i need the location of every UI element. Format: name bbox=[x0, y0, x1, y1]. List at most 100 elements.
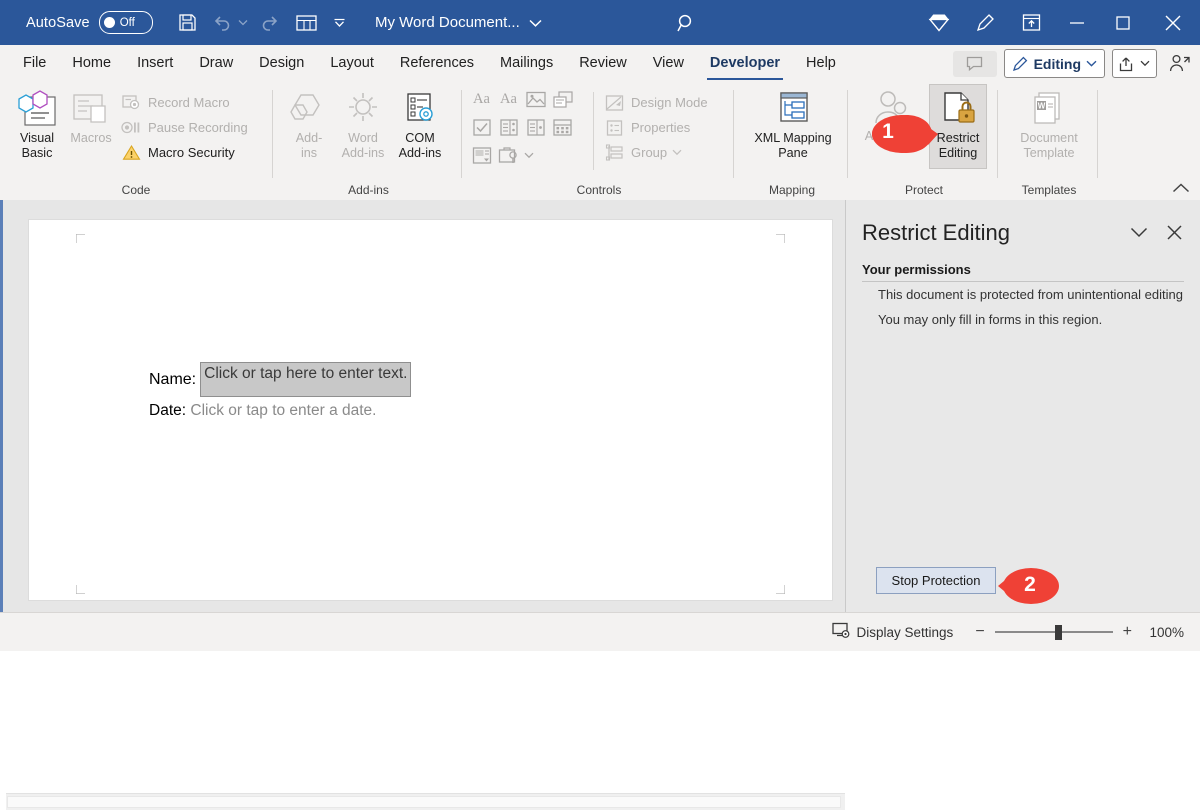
add-person-icon[interactable] bbox=[1164, 50, 1194, 77]
touch-mode-icon[interactable] bbox=[293, 8, 321, 38]
collapse-ribbon-icon[interactable] bbox=[1172, 180, 1190, 198]
repeating-section-content-control-icon[interactable] bbox=[470, 144, 493, 167]
xml-mapping-pane-label-1: XML Mapping bbox=[754, 131, 831, 146]
autosave-label: AutoSave bbox=[26, 15, 90, 31]
macro-security-button[interactable]: Macro Security bbox=[120, 140, 248, 165]
comment-icon[interactable] bbox=[953, 51, 997, 77]
building-block-gallery-icon[interactable] bbox=[551, 88, 574, 111]
checkbox-content-control-icon[interactable] bbox=[470, 116, 493, 139]
maximize-icon[interactable] bbox=[1100, 0, 1146, 45]
redo-icon[interactable] bbox=[257, 8, 283, 38]
dropdown-list-content-control-icon[interactable] bbox=[524, 116, 547, 139]
autosave-control[interactable]: AutoSave Off bbox=[26, 11, 153, 34]
document-title-chevron-icon[interactable] bbox=[529, 19, 542, 27]
title-bar: AutoSave Off My Word Document... bbox=[0, 0, 1200, 45]
group-button[interactable]: Group bbox=[603, 140, 708, 165]
search-icon[interactable] bbox=[672, 8, 702, 38]
macros-label: Macros bbox=[70, 131, 111, 146]
tab-view[interactable]: View bbox=[640, 45, 697, 82]
zoom-out-button[interactable]: − bbox=[975, 623, 984, 641]
record-macro-label: Record Macro bbox=[148, 95, 230, 110]
addins-button[interactable]: Add- ins bbox=[280, 82, 338, 161]
properties-icon bbox=[603, 116, 626, 139]
picture-content-control-icon[interactable] bbox=[524, 88, 547, 111]
legacy-tools-chevron-down-icon[interactable] bbox=[524, 152, 534, 159]
combo-box-content-control-icon[interactable] bbox=[497, 116, 520, 139]
horizontal-scrollbar-thumb[interactable] bbox=[7, 796, 841, 808]
word-addins-button[interactable]: Word Add-ins bbox=[334, 82, 392, 161]
share-button[interactable] bbox=[1112, 49, 1157, 78]
tabstrip-right-cluster: Editing bbox=[953, 45, 1194, 82]
date-field-row: Date: Click or tap to enter a date. bbox=[149, 402, 376, 420]
margin-mark-top-left bbox=[76, 230, 85, 239]
autosave-toggle[interactable]: Off bbox=[99, 11, 153, 34]
macros-icon bbox=[69, 89, 113, 131]
pause-recording-button[interactable]: Pause Recording bbox=[120, 115, 248, 140]
task-pane-close-icon[interactable] bbox=[1167, 225, 1182, 245]
pause-recording-label: Pause Recording bbox=[148, 120, 248, 135]
task-pane-chevron-down-icon[interactable] bbox=[1130, 225, 1148, 243]
margin-mark-top-right bbox=[776, 230, 785, 239]
tab-insert[interactable]: Insert bbox=[124, 45, 186, 82]
minimize-icon[interactable] bbox=[1054, 0, 1100, 45]
group-label-addins: Add-ins bbox=[276, 183, 461, 197]
word-application-window: AutoSave Off My Word Document... bbox=[0, 0, 1200, 650]
design-mode-icon bbox=[603, 91, 626, 114]
tab-developer[interactable]: Developer bbox=[697, 45, 793, 82]
stop-protection-button[interactable]: Stop Protection bbox=[876, 567, 996, 594]
plain-text-content-control-icon[interactable]: Aa bbox=[497, 88, 520, 111]
tab-references[interactable]: References bbox=[387, 45, 487, 82]
record-macro-icon bbox=[120, 91, 143, 114]
xml-mapping-pane-label-2: Pane bbox=[778, 146, 807, 161]
tab-layout[interactable]: Layout bbox=[317, 45, 387, 82]
design-mode-button[interactable]: Design Mode bbox=[603, 90, 708, 115]
visual-basic-button[interactable]: Visual Basic bbox=[8, 82, 66, 161]
close-icon[interactable] bbox=[1146, 0, 1200, 45]
record-macro-button[interactable]: Record Macro bbox=[120, 90, 248, 115]
design-mode-label: Design Mode bbox=[631, 95, 708, 110]
document-page[interactable]: Name: Click or tap here to enter text. D… bbox=[28, 219, 833, 601]
tab-file[interactable]: File bbox=[10, 45, 59, 82]
rich-text-content-control-icon[interactable]: Aa bbox=[470, 88, 493, 111]
properties-button[interactable]: Properties bbox=[603, 115, 708, 140]
tab-review[interactable]: Review bbox=[566, 45, 640, 82]
undo-dropdown-icon[interactable] bbox=[235, 8, 251, 38]
date-content-control[interactable]: Click or tap to enter a date. bbox=[190, 402, 376, 419]
display-settings-button[interactable]: Display Settings bbox=[832, 622, 954, 642]
ribbon-group-mapping: XML Mapping Pane Mapping bbox=[737, 82, 847, 200]
document-canvas[interactable]: Name: Click or tap here to enter text. D… bbox=[0, 200, 845, 612]
horizontal-scrollbar[interactable] bbox=[6, 793, 845, 810]
gear-icon bbox=[341, 89, 385, 131]
com-addins-button[interactable]: COM Add-ins bbox=[391, 82, 449, 161]
editing-mode-button[interactable]: Editing bbox=[1004, 49, 1105, 78]
macros-button[interactable]: Macros bbox=[62, 82, 120, 146]
ribbon-display-options-icon[interactable] bbox=[1008, 0, 1054, 45]
display-settings-icon bbox=[832, 622, 851, 642]
name-content-control[interactable]: Click or tap here to enter text. bbox=[200, 362, 411, 397]
tab-mailings[interactable]: Mailings bbox=[487, 45, 566, 82]
undo-icon[interactable] bbox=[209, 8, 235, 38]
zoom-level-label[interactable]: 100% bbox=[1146, 625, 1184, 640]
zoom-slider[interactable] bbox=[995, 625, 1113, 639]
tab-home[interactable]: Home bbox=[59, 45, 124, 82]
diamond-icon[interactable] bbox=[916, 0, 962, 45]
save-icon[interactable] bbox=[173, 8, 203, 38]
tab-draw[interactable]: Draw bbox=[186, 45, 246, 82]
date-picker-content-control-icon[interactable] bbox=[551, 116, 574, 139]
group-chevron-down-icon[interactable] bbox=[672, 149, 682, 156]
addins-label-1: Add- bbox=[296, 131, 323, 146]
tab-design[interactable]: Design bbox=[246, 45, 317, 82]
document-template-button[interactable]: W Document Template bbox=[1013, 82, 1085, 161]
legacy-tools-icon[interactable] bbox=[497, 144, 520, 167]
pen-icon[interactable] bbox=[962, 0, 1008, 45]
com-addins-icon bbox=[398, 89, 442, 131]
callout-number-2: 2 bbox=[1024, 573, 1036, 597]
document-title[interactable]: My Word Document... bbox=[375, 14, 542, 31]
xml-mapping-pane-button[interactable]: XML Mapping Pane bbox=[743, 82, 843, 161]
margin-mark-bottom-right bbox=[776, 581, 785, 590]
autosave-toggle-knob bbox=[104, 17, 115, 28]
tab-help[interactable]: Help bbox=[793, 45, 849, 82]
zoom-in-button[interactable]: + bbox=[1123, 623, 1132, 641]
quick-access-dropdown-icon[interactable] bbox=[329, 8, 351, 38]
zoom-slider-thumb[interactable] bbox=[1055, 625, 1062, 640]
